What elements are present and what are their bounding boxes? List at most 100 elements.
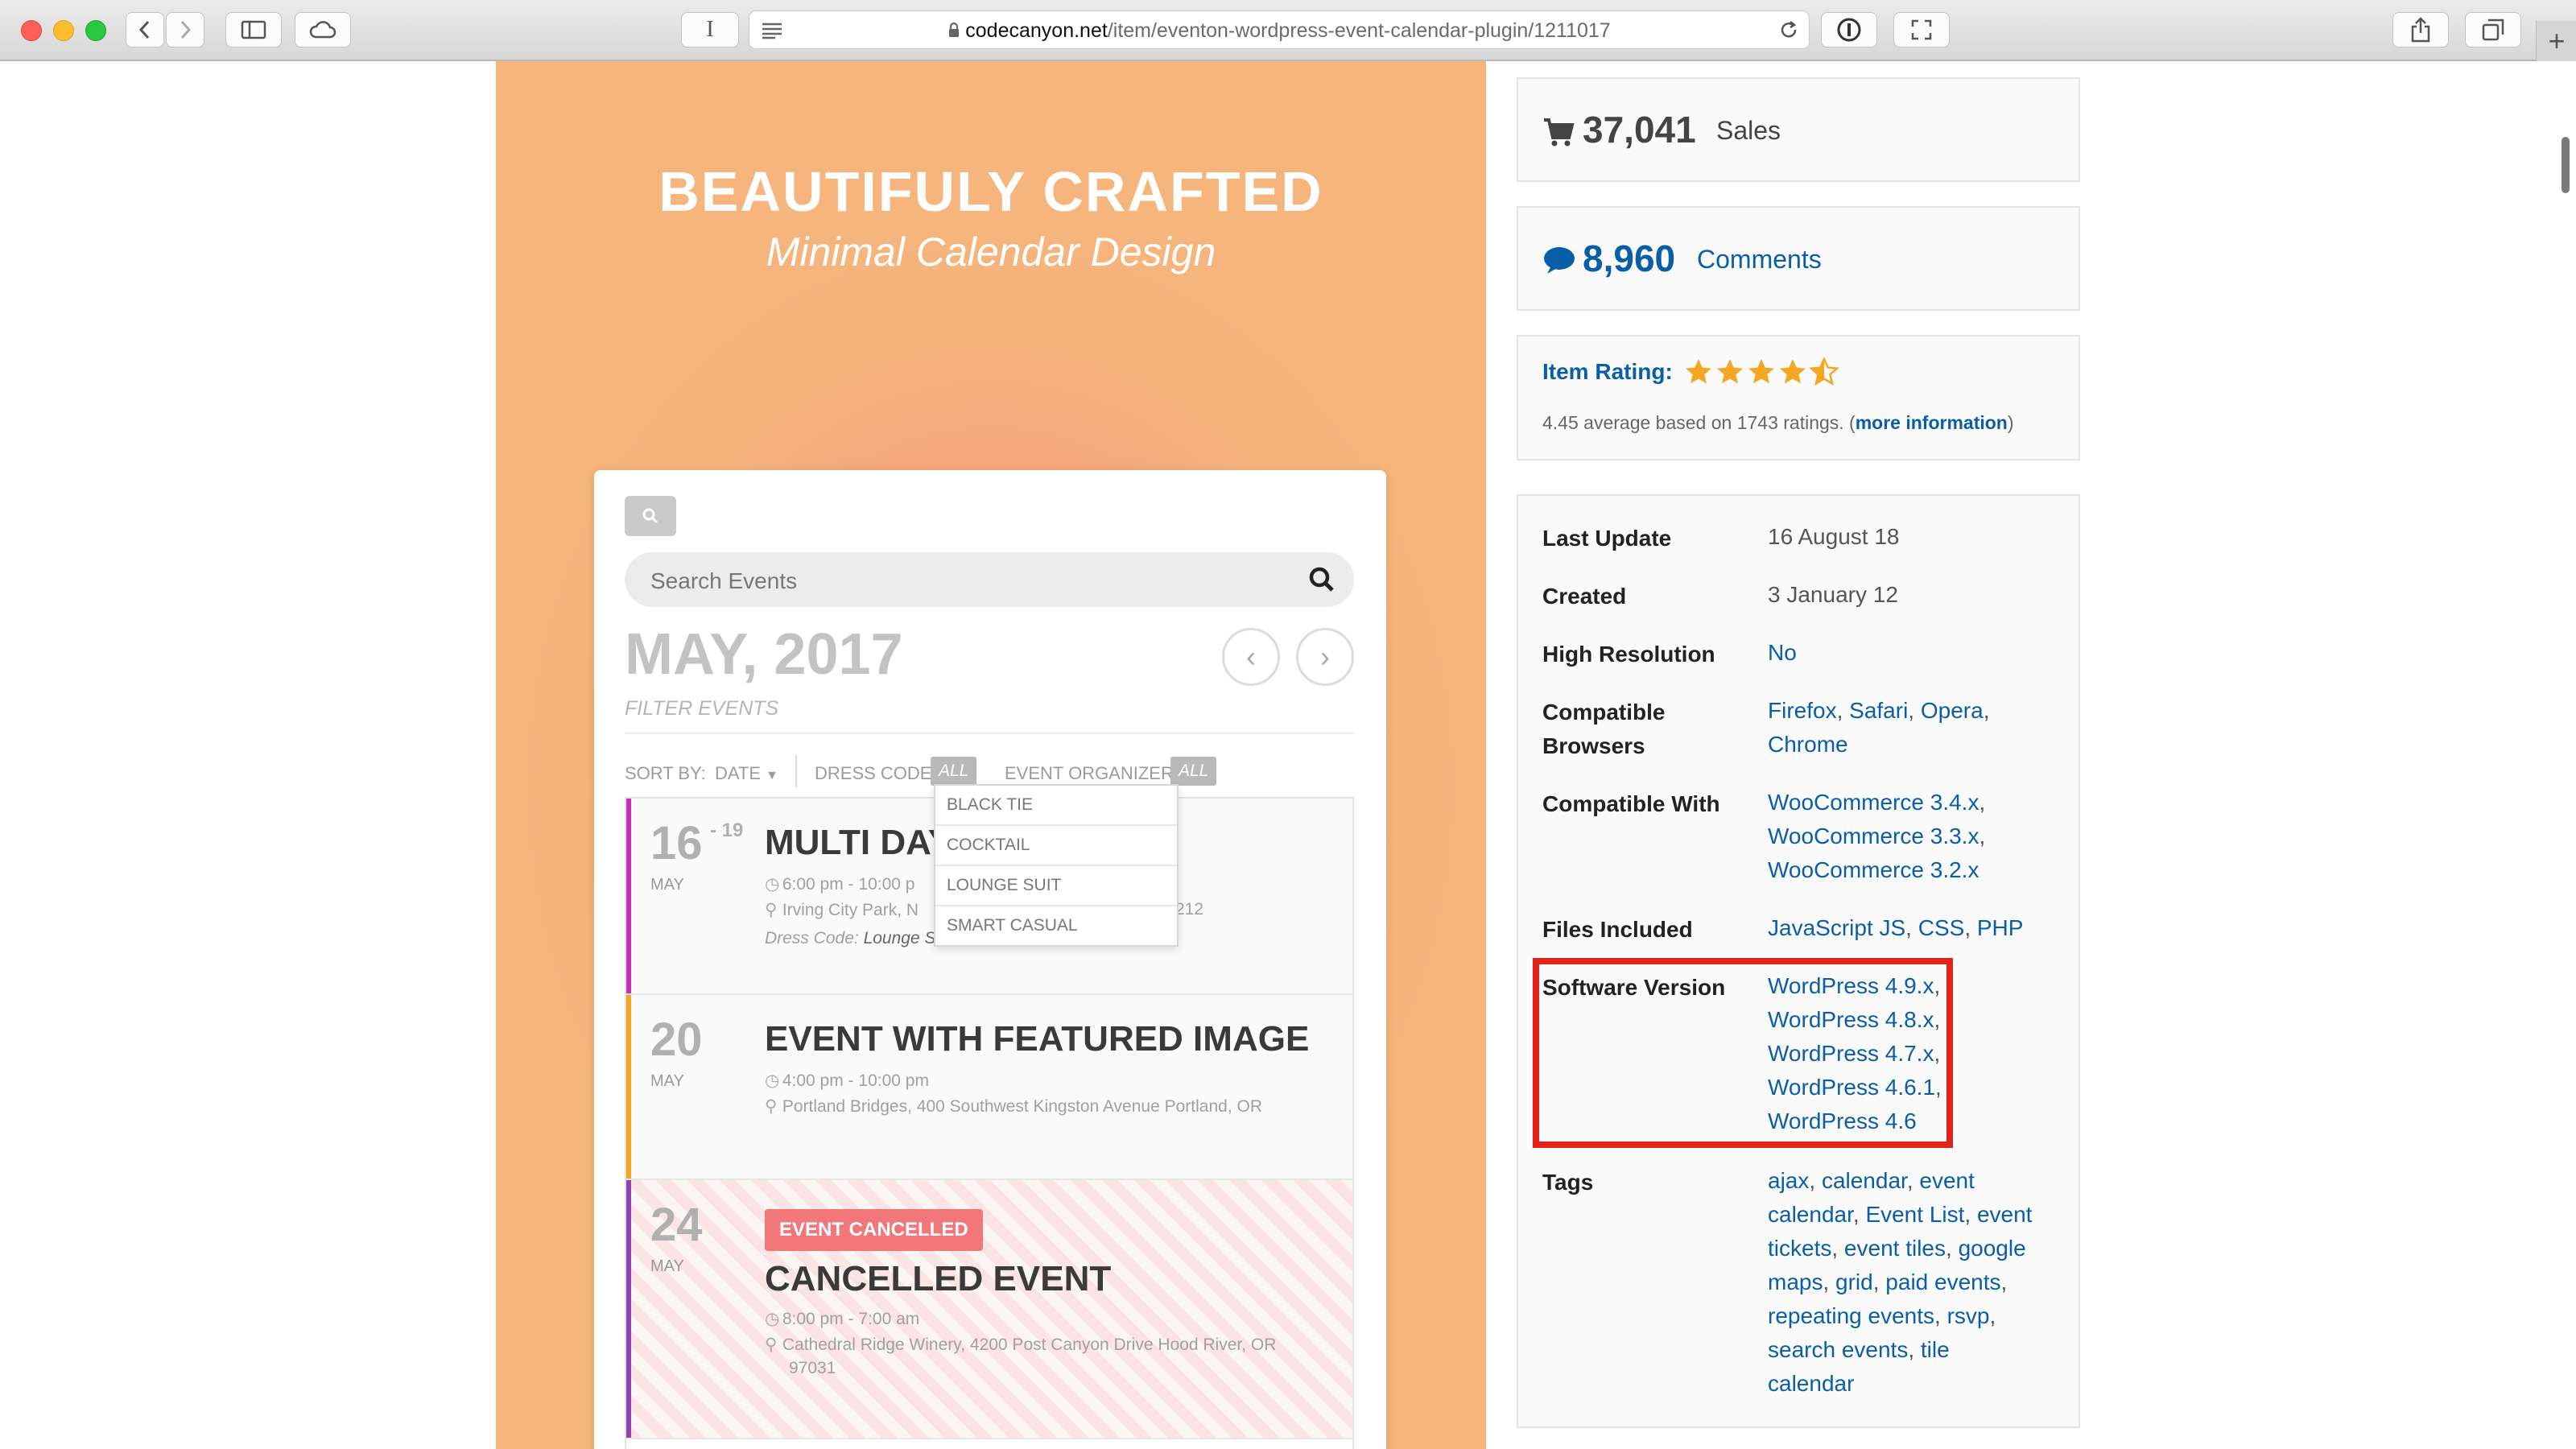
chrome-link[interactable]: Chrome xyxy=(1768,732,1848,757)
woocommerce-link[interactable]: WooCommerce 3.3.x xyxy=(1768,824,1979,848)
css-link[interactable]: CSS xyxy=(1918,915,1965,940)
search-icon[interactable] xyxy=(1307,565,1336,594)
icloud-tabs-button[interactable] xyxy=(295,12,351,47)
tabs-icon xyxy=(2482,19,2504,41)
rating-summary: 4.45 average based on 1743 ratings. (mor… xyxy=(1542,412,2014,434)
star-icon xyxy=(1686,359,1711,384)
event-location: ⚲ Irving City Park, N xyxy=(765,900,919,920)
event-cancelled-badge: EVENT CANCELLED xyxy=(765,1209,983,1251)
opera-link[interactable]: Opera xyxy=(1921,698,1984,723)
rating-summary-text: 4.45 average based on 1743 ratings. ( xyxy=(1542,412,1856,433)
woocommerce-link[interactable]: WooCommerce 3.4.x xyxy=(1768,790,1979,815)
tag-link[interactable]: rsvp xyxy=(1947,1303,1990,1328)
forward-button[interactable] xyxy=(166,12,204,47)
tag-link[interactable]: Event List xyxy=(1865,1202,1964,1227)
firefox-link[interactable]: Firefox xyxy=(1768,698,1837,723)
compatible-browsers-value: Firefox, Safari, Opera, Chrome xyxy=(1768,698,1990,757)
event-row[interactable]: 20 MAY EVENT WITH FEATURED IMAGE ◷ 4:00 … xyxy=(626,995,1352,1180)
tag-link[interactable]: grid xyxy=(1835,1269,1873,1294)
search-toggle-button[interactable] xyxy=(625,496,676,536)
tag-link[interactable]: paid events xyxy=(1885,1269,2000,1294)
software-version-highlight-box xyxy=(1533,958,1953,1148)
url-text: codecanyon.net/item/eventon-wordpress-ev… xyxy=(749,19,1809,43)
woocommerce-link[interactable]: WooCommerce 3.2.x xyxy=(1768,857,1979,882)
fullscreen-button[interactable] xyxy=(1893,12,1950,47)
tag-link[interactable]: ajax xyxy=(1768,1168,1809,1193)
close-window-button[interactable] xyxy=(21,20,42,41)
files-included-label: Files Included xyxy=(1542,917,1693,942)
tag-link[interactable]: repeating events xyxy=(1768,1303,1934,1328)
event-location-text: Portland Bridges, 400 Southwest Kingston… xyxy=(782,1097,1262,1116)
half-star-icon xyxy=(1810,357,1839,385)
tab-overview-button[interactable] xyxy=(2465,12,2521,47)
comments-box[interactable]: 8,960 Comments xyxy=(1517,206,2080,311)
info-circle-icon xyxy=(1837,18,1861,42)
event-location: ⚲ Portland Bridges, 400 Southwest Kingst… xyxy=(765,1096,1262,1117)
divider xyxy=(795,755,797,787)
dress-code-filter-badge[interactable]: ALL xyxy=(931,757,977,786)
share-button[interactable] xyxy=(2392,12,2449,47)
dress-code-dropdown[interactable]: BLACK TIE COCKTAIL LOUNGE SUIT SMART CAS… xyxy=(934,784,1179,947)
chevron-left-icon: ‹ xyxy=(1246,640,1256,673)
scrollbar-thumb[interactable] xyxy=(2562,137,2570,193)
tag-link[interactable]: search events xyxy=(1768,1337,1908,1362)
map-pin-icon: ⚲ xyxy=(765,1097,778,1116)
tag-link[interactable]: calendar xyxy=(1822,1168,1907,1193)
created-label: Created xyxy=(1542,584,1627,609)
compatible-browsers-label: Compatible Browsers xyxy=(1542,696,1665,763)
prev-month-button[interactable]: ‹ xyxy=(1222,628,1280,686)
filter-events-toggle[interactable]: FILTER EVENTS xyxy=(625,697,778,720)
event-location: ⚲ Cathedral Ridge Winery, 4200 Post Cany… xyxy=(765,1335,1276,1355)
caret-down-icon: ▼ xyxy=(766,769,779,782)
event-day: 16 xyxy=(650,817,703,869)
tag-link[interactable]: google xyxy=(1959,1236,2026,1261)
php-link[interactable]: PHP xyxy=(1977,915,2024,940)
product-preview-image: BEAUTIFULY CRAFTED Minimal Calendar Desi… xyxy=(496,61,1486,1449)
tags-label: Tags xyxy=(1542,1170,1594,1195)
chevron-right-icon: › xyxy=(1320,640,1330,673)
minimize-window-button[interactable] xyxy=(53,20,74,41)
sort-by-label: SORT BY: xyxy=(625,763,706,783)
calendar-card: Search Events MAY, 2017 ‹ › FILTER EVENT… xyxy=(594,470,1386,1449)
safari-link[interactable]: Safari xyxy=(1849,698,1908,723)
speech-bubble-icon xyxy=(1544,247,1575,274)
tag-link[interactable]: maps xyxy=(1768,1269,1823,1294)
high-resolution-link[interactable]: No xyxy=(1768,640,1797,665)
tag-link[interactable]: calendar xyxy=(1768,1371,1854,1396)
url-domain: codecanyon.net xyxy=(965,19,1108,42)
sidebar-toggle-button[interactable] xyxy=(225,12,282,47)
sort-value: DATE xyxy=(715,763,762,783)
password-button[interactable] xyxy=(1821,12,1877,47)
address-bar[interactable]: codecanyon.net/item/eventon-wordpress-ev… xyxy=(749,10,1810,49)
javascript-link[interactable]: JavaScript JS xyxy=(1768,915,1905,940)
back-button[interactable] xyxy=(126,12,164,47)
high-resolution-value: No xyxy=(1768,636,1797,670)
high-resolution-label: High Resolution xyxy=(1542,642,1715,667)
event-month: MAY xyxy=(650,1257,684,1275)
tag-link[interactable]: event tiles xyxy=(1844,1236,1946,1261)
next-month-button[interactable]: › xyxy=(1296,628,1354,686)
more-information-link[interactable]: more information xyxy=(1856,412,2008,433)
hero-subtitle: Minimal Calendar Design xyxy=(766,229,1216,275)
tag-link[interactable]: event xyxy=(1977,1202,2033,1227)
event-organizer-filter-badge[interactable]: ALL xyxy=(1170,757,1217,786)
zoom-window-button[interactable] xyxy=(85,20,106,41)
tag-link[interactable]: tile xyxy=(1921,1337,1950,1362)
dropdown-option[interactable]: LOUNGE SUIT xyxy=(935,866,1177,906)
event-row[interactable]: 24 MAY EVENT CANCELLED CANCELLED EVENT ◷… xyxy=(626,1180,1352,1439)
star-icon xyxy=(1780,359,1806,384)
dropdown-option[interactable]: SMART CASUAL xyxy=(935,906,1177,945)
reader-button[interactable]: I xyxy=(681,12,739,47)
dropdown-option[interactable]: BLACK TIE xyxy=(935,786,1177,826)
event-search-input[interactable]: Search Events xyxy=(625,552,1354,607)
event-day: 24 xyxy=(650,1199,703,1251)
tag-link[interactable]: tickets xyxy=(1768,1236,1831,1261)
new-tab-button[interactable]: + xyxy=(2536,21,2576,61)
reload-icon[interactable] xyxy=(1778,19,1799,44)
dropdown-option[interactable]: COCKTAIL xyxy=(935,826,1177,866)
tag-link[interactable]: event xyxy=(1919,1168,1975,1193)
comments-link[interactable]: Comments xyxy=(1697,245,1822,275)
tag-link[interactable]: calendar xyxy=(1768,1202,1853,1227)
sort-by-dropdown[interactable]: DATE ▼ xyxy=(715,763,778,784)
comments-count[interactable]: 8,960 xyxy=(1583,237,1675,280)
